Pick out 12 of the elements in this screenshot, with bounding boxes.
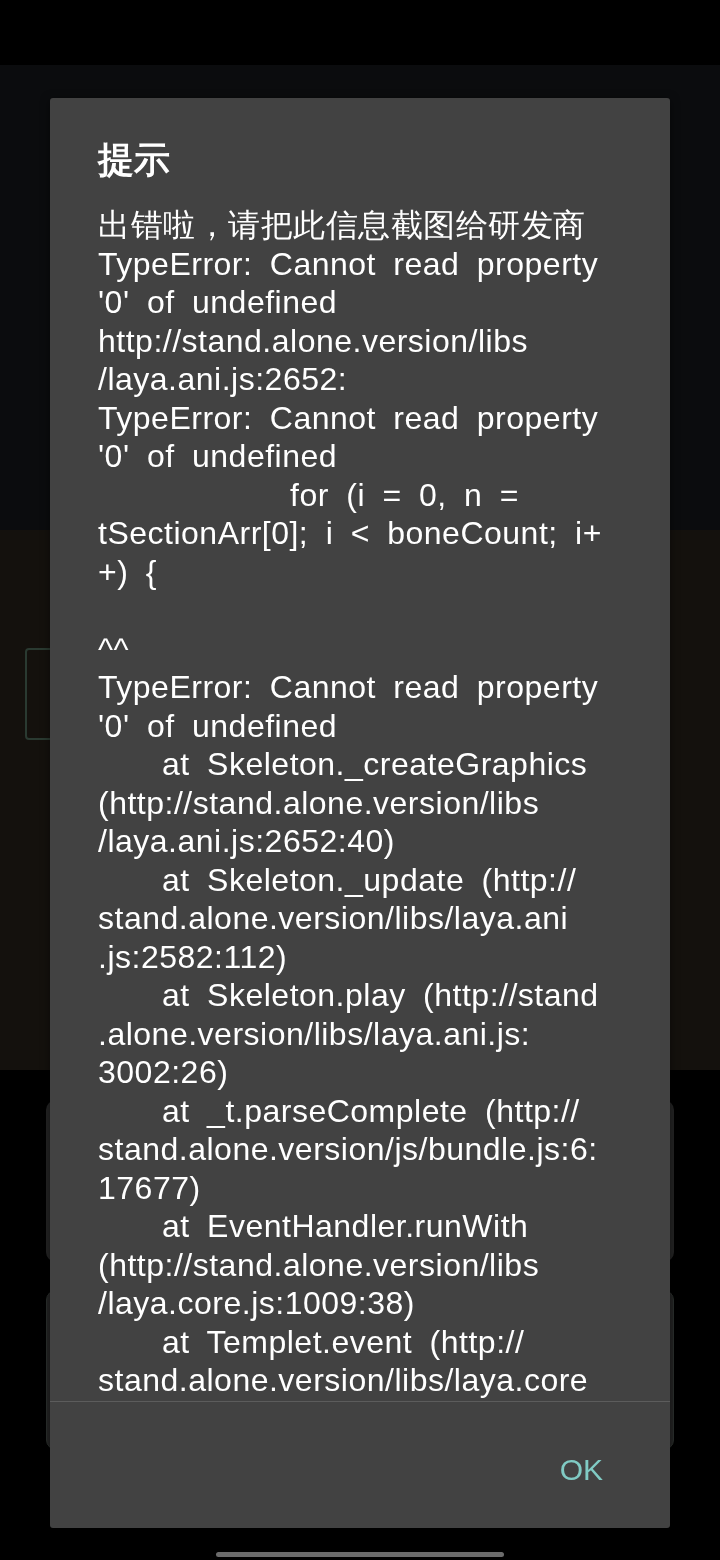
stack-trace-line: at Skeleton._update (http:// stand.alone.version/libs/laya.ani .js:2582:112) bbox=[98, 860, 578, 976]
code-snippet: for (i = 0, n = tSectionArr[0]; i < boneCount; i+ +) { bbox=[98, 475, 603, 591]
stack-trace-line: at EventHandler.runWith (http://stand.alone.version/libs /laya.core.js:1009:38) bbox=[98, 1207, 541, 1323]
stack-trace-line: at Skeleton.play (http://stand .alone.version/libs/laya.ani.js: 3002:26) bbox=[98, 976, 600, 1092]
stack-trace-line: at Skeleton._createGraphics (http://stand.alone.version/libs /laya.ani.js:2652:40) bbox=[98, 745, 589, 861]
stack-trace-line: at _t.parseComplete (http:// stand.alone.version/js/bundle.js:6: 17677) bbox=[98, 1091, 599, 1207]
error-text: http://stand.alone.version/libs /laya.ani.js:2652: bbox=[98, 321, 529, 399]
dialog-title: 提示 bbox=[98, 138, 171, 182]
ok-button[interactable]: OK bbox=[543, 1441, 619, 1498]
stack-trace-line: at Templet.event (http:// stand.alone.version/libs/laya.core bbox=[98, 1322, 590, 1400]
error-pointer-text: ^^ bbox=[98, 629, 131, 668]
error-text: 出错啦，请把此信息截图给研发商 bbox=[98, 206, 587, 245]
